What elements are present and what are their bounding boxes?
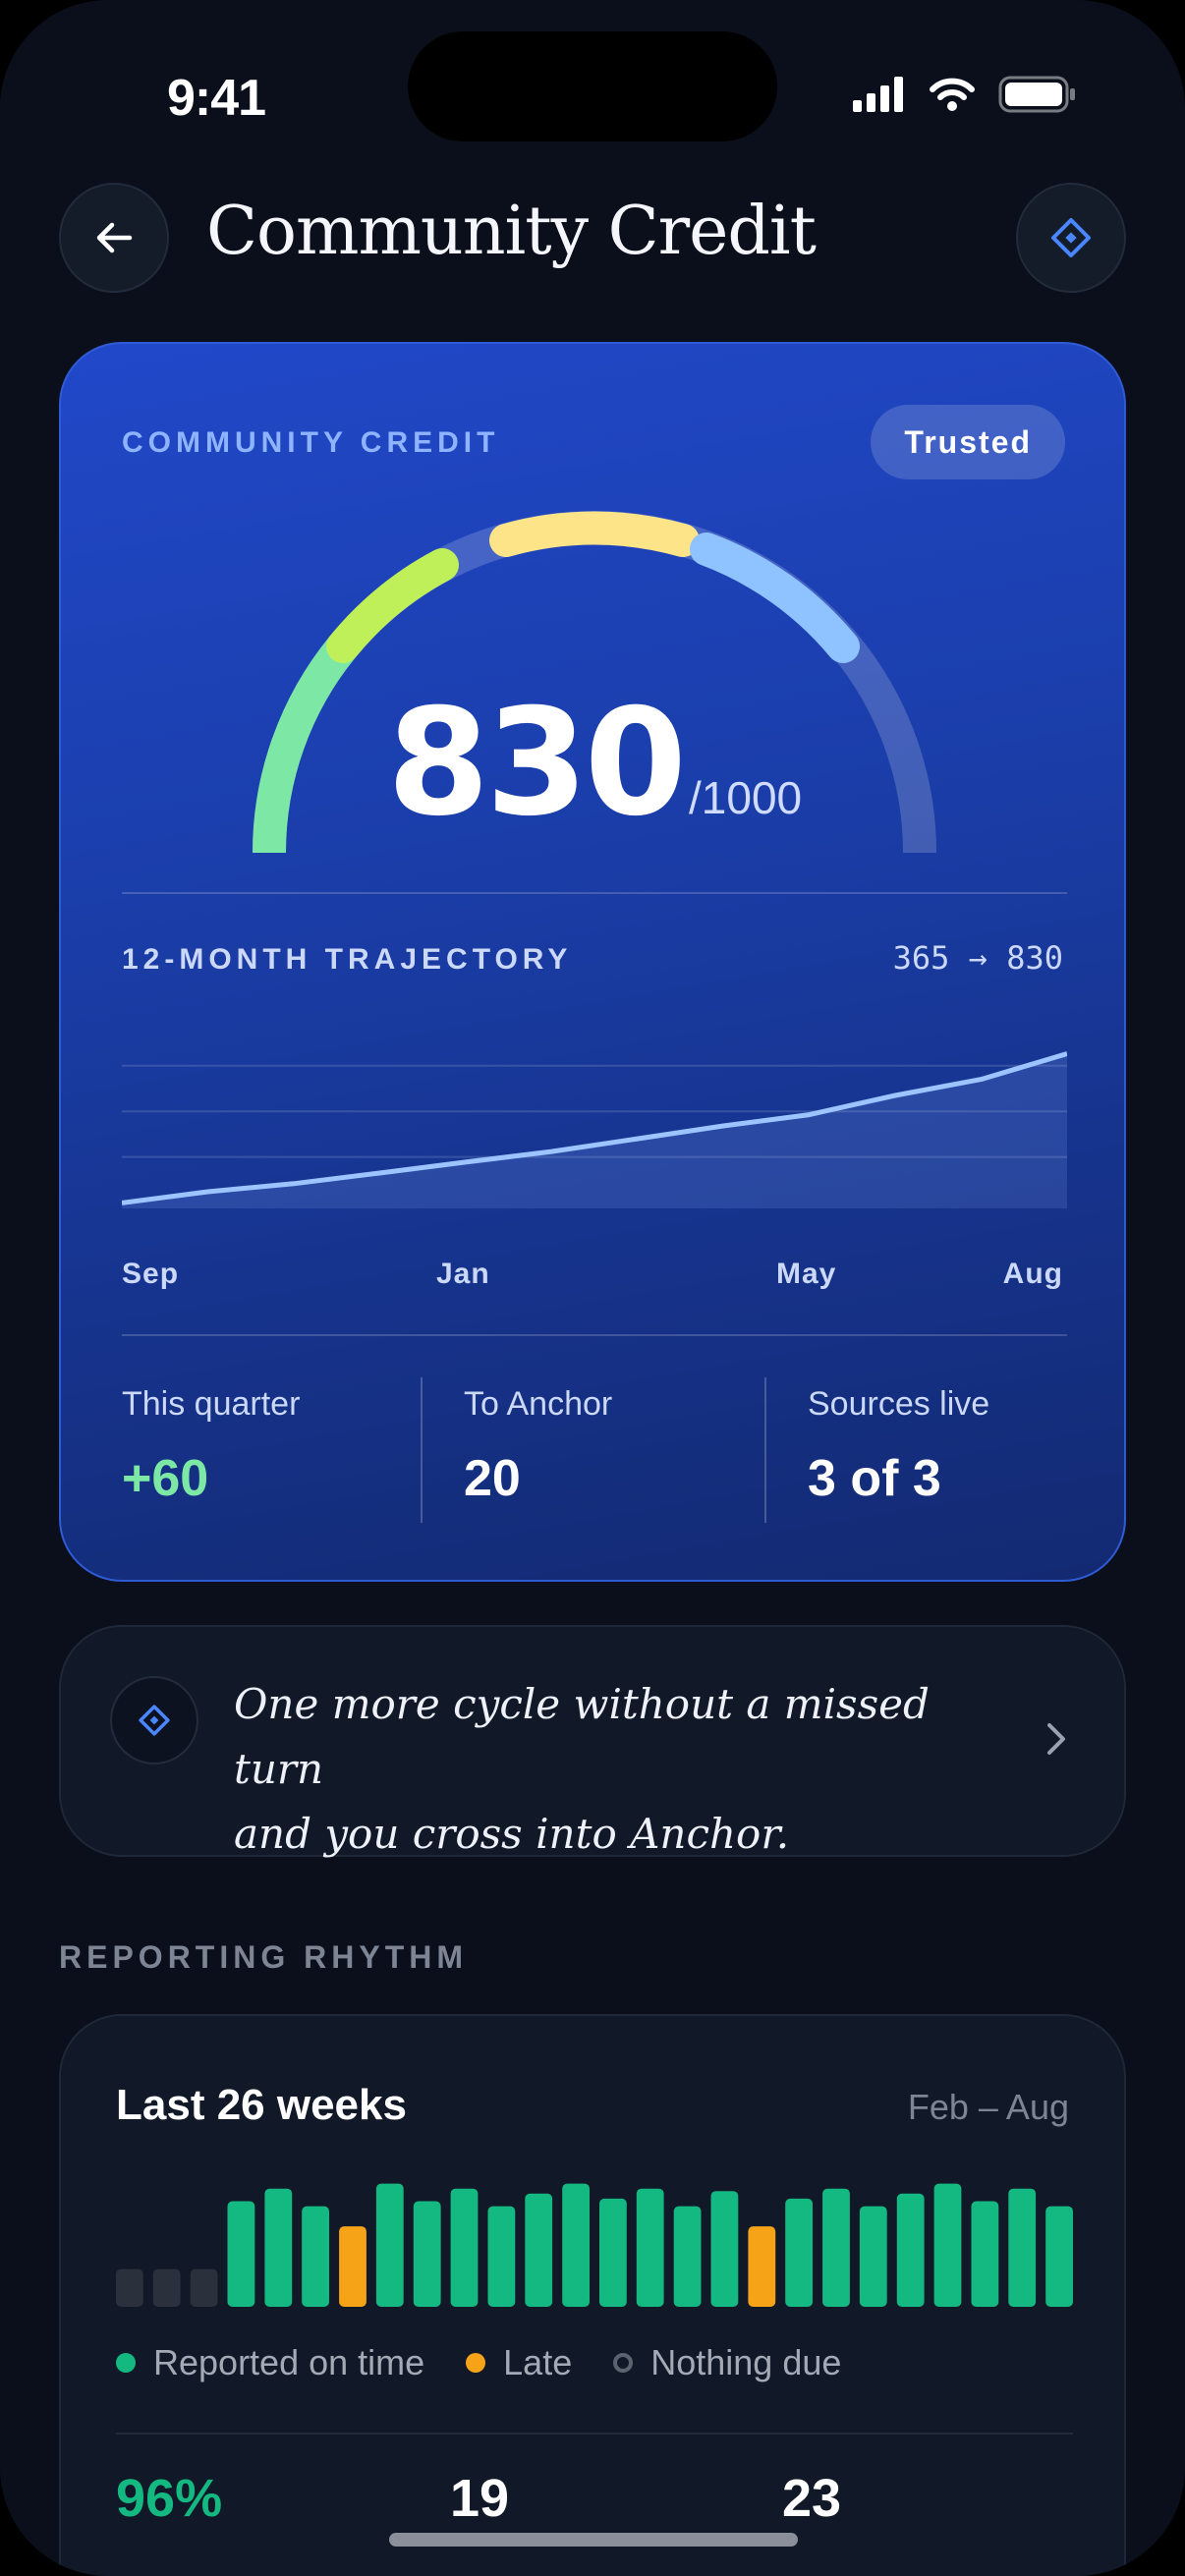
trajectory-chart bbox=[122, 1051, 1067, 1208]
score-readout: 830/1000 bbox=[61, 678, 1124, 849]
week-bar bbox=[264, 2188, 293, 2307]
credit-score-card[interactable]: COMMUNITY CREDIT Trusted 830/1000 12-MON… bbox=[59, 342, 1126, 1582]
legend-label: Nothing due bbox=[650, 2342, 842, 2382]
legend-label: Late bbox=[503, 2342, 573, 2382]
legend-late: Late bbox=[466, 2342, 572, 2383]
gauge-segment-2 bbox=[326, 548, 459, 663]
score-max: /1000 bbox=[689, 772, 803, 823]
credit-info-button[interactable] bbox=[1016, 183, 1126, 293]
rhythm-stat: 23 bbox=[782, 2469, 842, 2528]
rhythm-range: Feb – Aug bbox=[907, 2087, 1069, 2127]
week-bar bbox=[785, 2198, 813, 2307]
legend-on-time: Reported on time bbox=[116, 2342, 424, 2383]
week-bar bbox=[971, 2201, 999, 2307]
stat-value: 20 bbox=[464, 1450, 521, 1507]
week-bar bbox=[1008, 2188, 1037, 2307]
week-bar bbox=[896, 2193, 925, 2307]
rhythm-legend: Reported on time Late Nothing due bbox=[116, 2342, 882, 2383]
month-label-may: May bbox=[776, 1258, 837, 1290]
stat-value: +60 bbox=[122, 1450, 209, 1507]
page-title: Community Credit bbox=[206, 193, 817, 270]
stat-label: This quarter bbox=[122, 1385, 301, 1423]
weekly-reporting-bars bbox=[116, 2183, 1073, 2307]
diamond-icon bbox=[1051, 218, 1091, 257]
rhythm-divider bbox=[116, 2433, 1073, 2435]
status-icons bbox=[853, 75, 1077, 114]
on-time-rate: 96% bbox=[116, 2469, 223, 2528]
week-bar bbox=[710, 2191, 739, 2307]
stat-to-anchor: To Anchor 20 bbox=[464, 1385, 612, 1508]
back-button[interactable] bbox=[59, 183, 169, 293]
stat-value: 3 of 3 bbox=[808, 1450, 941, 1507]
week-bar bbox=[227, 2201, 255, 2307]
stat-sources-live: Sources live 3 of 3 bbox=[808, 1385, 989, 1508]
trajectory-range: 365 → 830 bbox=[892, 939, 1063, 977]
reporting-rhythm-card: Last 26 weeks Feb – Aug Reported on time… bbox=[59, 2014, 1126, 2576]
dynamic-island bbox=[408, 31, 777, 141]
legend-label: Reported on time bbox=[153, 2342, 425, 2382]
week-bar bbox=[487, 2206, 516, 2307]
week-bar bbox=[859, 2206, 887, 2307]
week-bar bbox=[933, 2183, 962, 2307]
week-bar bbox=[375, 2183, 404, 2307]
tip-text: One more cycle without a missed turn and… bbox=[234, 1672, 1000, 1867]
week-bar bbox=[152, 2268, 181, 2307]
section-title: REPORTING RHYTHM bbox=[59, 1939, 468, 1975]
stat-this-quarter: This quarter +60 bbox=[122, 1385, 300, 1508]
week-bar bbox=[562, 2183, 590, 2307]
trajectory-label: 12-MONTH TRAJECTORY bbox=[122, 943, 573, 976]
week-bar bbox=[116, 2268, 143, 2307]
status-time: 9:41 bbox=[167, 70, 266, 127]
week-bar bbox=[525, 2193, 553, 2307]
card-divider bbox=[122, 892, 1067, 894]
tip-text-line: and you cross into Anchor. bbox=[234, 1810, 790, 1858]
month-label-aug: Aug bbox=[1002, 1258, 1063, 1290]
week-bar bbox=[673, 2206, 702, 2307]
month-label-sep: Sep bbox=[122, 1258, 180, 1290]
week-bar bbox=[302, 2206, 329, 2307]
home-indicator[interactable] bbox=[389, 2533, 798, 2547]
chevron-right-icon bbox=[1047, 1723, 1065, 1755]
diamond-icon bbox=[139, 1705, 170, 1736]
week-bar bbox=[190, 2268, 218, 2307]
tip-text-line: One more cycle without a missed turn bbox=[234, 1680, 930, 1793]
stat-label: To Anchor bbox=[464, 1385, 613, 1423]
cellular-signal-icon bbox=[853, 77, 903, 112]
gauge-segment-3 bbox=[489, 511, 700, 557]
week-bar bbox=[599, 2198, 627, 2307]
tip-icon-container bbox=[110, 1676, 198, 1764]
week-bar bbox=[450, 2188, 479, 2307]
week-bar bbox=[822, 2188, 850, 2307]
legend-nothing-due: Nothing due bbox=[613, 2342, 841, 2383]
week-bar bbox=[339, 2226, 367, 2307]
stat-separator bbox=[764, 1377, 766, 1523]
week-bar bbox=[748, 2226, 776, 2307]
legend-dot bbox=[466, 2353, 486, 2373]
legend-dot bbox=[613, 2353, 634, 2373]
battery-icon bbox=[998, 76, 1075, 113]
score-value: 830 bbox=[386, 678, 687, 849]
card-divider bbox=[122, 1334, 1067, 1336]
wifi-icon bbox=[930, 78, 975, 111]
phone-screen: 9:41 Community Credit COMMUNITY CREDIT T… bbox=[0, 0, 1185, 2576]
month-label-jan: Jan bbox=[436, 1258, 490, 1290]
legend-dot bbox=[116, 2353, 136, 2373]
stat-separator bbox=[421, 1377, 423, 1523]
rhythm-stat: 19 bbox=[450, 2469, 510, 2528]
stat-label: Sources live bbox=[808, 1385, 990, 1423]
week-bar bbox=[636, 2188, 664, 2307]
arrow-left-icon bbox=[96, 222, 133, 253]
next-tier-tip-card[interactable]: One more cycle without a missed turn and… bbox=[59, 1625, 1126, 1858]
week-bar bbox=[413, 2201, 441, 2307]
week-bar bbox=[1045, 2206, 1073, 2307]
rhythm-title: Last 26 weeks bbox=[116, 2081, 407, 2129]
